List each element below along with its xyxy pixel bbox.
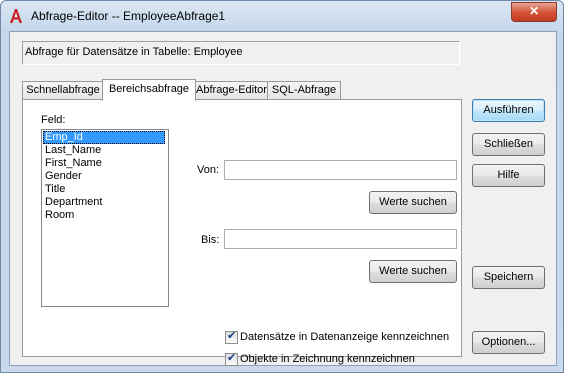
find-values-from-button[interactable]: Werte suchen [369,191,457,214]
tab-schnellabfrage[interactable]: Schnellabfrage [22,81,104,100]
list-item[interactable]: Gender [43,170,165,183]
mark-objects-checkbox[interactable]: ✔ [225,352,238,366]
options-button[interactable]: Optionen... [472,331,545,354]
list-item[interactable]: Last_Name [43,144,165,157]
list-item[interactable]: Room [43,209,165,222]
field-listbox[interactable]: Emp_Id Last_Name First_Name Gender Title… [41,129,169,307]
mark-records-label: Datensätze in Datenanzeige kennzeichnen [240,331,450,343]
autocad-a-icon [9,8,23,24]
to-label: Bis: [201,234,220,246]
close-button[interactable]: Schließen [472,133,545,156]
range-query-panel: Feld: Emp_Id Last_Name First_Name Gender… [22,99,462,366]
table-info-box: Abfrage für Datensätze in Tabelle: Emplo… [22,41,460,65]
checkmark-icon: ✔ [227,330,237,342]
mark-objects-label: Objekte in Zeichnung kennzeichnen [240,353,415,365]
dialog-client: Abfrage für Datensätze in Tabelle: Emplo… [9,31,557,366]
tab-abfrage-editor[interactable]: Abfrage-Editor [194,81,269,100]
tab-bereichsabfrage[interactable]: Bereichsabfrage [102,79,196,101]
field-label: Feld: [41,114,66,126]
list-item[interactable]: Title [43,183,165,196]
find-values-to-button[interactable]: Werte suchen [369,260,457,283]
list-item[interactable]: Department [43,196,165,209]
table-info-text: Abfrage für Datensätze in Tabelle: Emplo… [25,46,243,58]
from-input[interactable] [224,160,457,180]
tab-sql-abfrage[interactable]: SQL-Abfrage [267,81,341,100]
mark-records-checkbox[interactable]: ✔ [225,330,238,344]
to-input[interactable] [224,229,457,249]
checkmark-icon: ✔ [227,352,237,364]
list-item[interactable]: First_Name [43,157,165,170]
close-icon[interactable]: ✕ [511,2,557,22]
window-title: Abfrage-Editor -- EmployeeAbfrage1 [31,9,226,23]
from-label: Von: [197,164,220,176]
execute-button[interactable]: Ausführen [472,99,545,122]
title-bar[interactable]: Abfrage-Editor -- EmployeeAbfrage1 ✕ [1,1,563,31]
dialog-window: Abfrage-Editor -- EmployeeAbfrage1 ✕ Abf… [0,0,564,373]
help-button[interactable]: Hilfe [472,164,545,187]
list-item[interactable]: Emp_Id [43,131,165,144]
save-button[interactable]: Speichern [472,266,545,289]
